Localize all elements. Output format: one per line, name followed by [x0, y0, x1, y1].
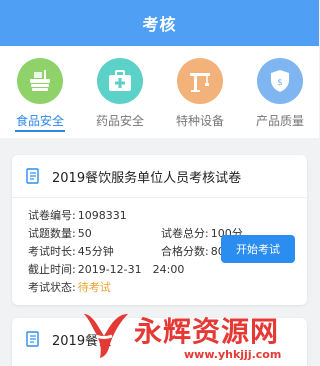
- question-count: 试题数量: 50: [28, 227, 92, 240]
- exam-paper-icon: [25, 168, 41, 188]
- tab-drug-safety[interactable]: 药品安全: [80, 58, 160, 138]
- tab-label: 特种设备: [175, 114, 224, 128]
- app-header: 考核: [0, 0, 319, 46]
- watermark-logo-icon: [84, 314, 128, 358]
- deadline: 截止时间: 2019-12-31 24:00: [28, 263, 185, 276]
- page-title: 考核: [142, 15, 177, 34]
- tab-product-quality[interactable]: $ 产品质量: [240, 58, 320, 138]
- exam-title: 2019餐饮服务单位人员考核试卷: [52, 171, 242, 186]
- watermark-text: 永辉资源网: [134, 315, 280, 348]
- tab-special-equipment[interactable]: 特种设备: [160, 58, 240, 138]
- tab-label: 食品安全: [15, 114, 64, 128]
- category-tabs: 食品安全 药品安全 特种设备 $ 产品质量: [0, 46, 319, 138]
- tab-label: 药品安全: [95, 114, 144, 128]
- exam-card: 2019餐饮服务单位人员考核试卷 试卷编号: 1098331 试题数量: 50 试卷…: [12, 155, 307, 305]
- status-badge: 待考试: [77, 281, 111, 294]
- tab-food-safety[interactable]: 食品安全: [0, 58, 80, 138]
- svg-text:$: $: [277, 78, 283, 88]
- start-exam-button[interactable]: 开始考试: [221, 235, 295, 263]
- watermark: 永辉资源网 www.yhkjjj.com: [76, 304, 319, 366]
- food-icon: [17, 58, 63, 104]
- exam-paper-icon: [25, 331, 41, 351]
- exam-card-header: 2019餐饮服务单位人员考核试卷: [12, 155, 307, 197]
- crane-icon: [177, 58, 223, 104]
- exam-status: 考试状态: 待考试: [28, 281, 111, 294]
- paper-number: 试卷编号: 1098331: [28, 209, 127, 222]
- divider: [12, 197, 307, 198]
- watermark-url: www.yhkjjj.com: [184, 348, 282, 361]
- tab-label: 产品质量: [255, 114, 304, 128]
- exam-duration: 考试时长: 45分钟: [28, 245, 114, 258]
- shield-icon: $: [257, 58, 303, 104]
- medicine-kit-icon: [97, 58, 143, 104]
- active-tab-indicator: [15, 130, 65, 132]
